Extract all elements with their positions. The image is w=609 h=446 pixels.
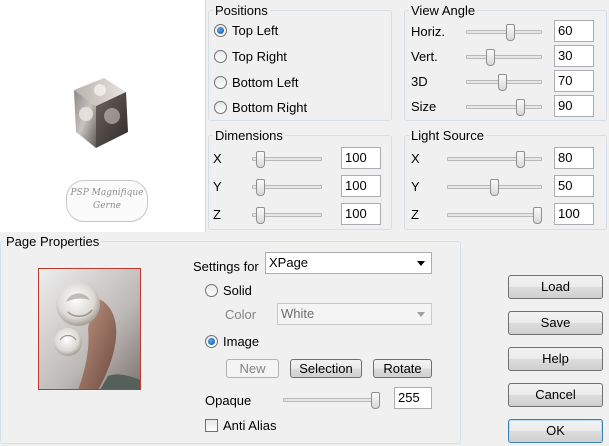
anti-alias-label: Anti Alias <box>223 418 277 433</box>
opaque-slider-track[interactable] <box>283 398 380 402</box>
cube-preview-image <box>74 78 128 148</box>
slider-track[interactable] <box>466 55 542 59</box>
solid-label: Solid <box>223 283 252 298</box>
anti-alias-checkbox[interactable] <box>205 419 218 432</box>
slider-label: Y <box>213 179 222 194</box>
slider-label: Size <box>411 99 437 114</box>
ok-button[interactable]: OK <box>508 419 603 443</box>
position-label-bottom-left: Bottom Left <box>232 75 299 90</box>
watermark-line1: PSP Magnifique <box>70 188 144 198</box>
slider-label: Z <box>213 207 221 222</box>
page-properties-title: Page Properties <box>4 234 102 249</box>
slider-label: Vert. <box>411 49 438 64</box>
color-value: White <box>281 306 315 321</box>
position-label-bottom-right: Bottom Right <box>232 100 308 115</box>
slider-label: X <box>411 151 420 166</box>
cancel-button[interactable]: Cancel <box>508 383 603 407</box>
slider-thumb[interactable] <box>533 207 542 224</box>
radio-bottom-right[interactable] <box>214 101 227 114</box>
slider-thumb[interactable] <box>256 179 265 196</box>
slider-label: Y <box>411 179 420 194</box>
slider-track[interactable] <box>466 30 542 34</box>
slider-track[interactable] <box>447 213 542 217</box>
slider-thumb[interactable] <box>256 207 265 224</box>
slider-value-field[interactable]: 100 <box>341 203 381 225</box>
slider-thumb[interactable] <box>516 99 525 116</box>
slider-value-field[interactable]: 100 <box>554 203 594 225</box>
radio-image[interactable] <box>205 335 218 348</box>
slider-value-field[interactable]: 100 <box>341 175 381 197</box>
settings-for-value: XPage <box>269 255 309 270</box>
slider-value-field[interactable]: 100 <box>341 147 381 169</box>
watermark-line2: Gerne <box>93 201 121 211</box>
slider-value-field[interactable]: 50 <box>554 175 594 197</box>
slider-label: 3D <box>411 74 428 89</box>
rotate-button[interactable]: Rotate <box>373 359 432 378</box>
settings-for-label: Settings for <box>193 259 259 274</box>
radio-top-right[interactable] <box>214 50 227 63</box>
slider-thumb[interactable] <box>506 24 515 41</box>
color-label: Color <box>225 307 257 322</box>
slider-value-field[interactable]: 90 <box>554 95 594 117</box>
slider-value-field[interactable]: 60 <box>554 20 594 42</box>
help-button[interactable]: Help <box>508 347 603 371</box>
radio-bottom-left[interactable] <box>214 76 227 89</box>
radio-top-left[interactable] <box>214 24 227 37</box>
load-button[interactable]: Load <box>508 275 603 299</box>
color-dropdown[interactable]: White <box>277 303 432 325</box>
slider-track[interactable] <box>466 105 542 109</box>
slider-value-field[interactable]: 70 <box>554 70 594 92</box>
slider-value-field[interactable]: 30 <box>554 45 594 67</box>
view-angle-title: View Angle <box>409 3 478 18</box>
opaque-value-field[interactable]: 255 <box>394 387 432 409</box>
slider-thumb[interactable] <box>486 49 495 66</box>
chevron-down-icon <box>417 312 425 317</box>
slider-track[interactable] <box>447 157 542 161</box>
slider-thumb[interactable] <box>498 74 507 91</box>
slider-label: X <box>213 151 222 166</box>
selection-button[interactable]: Selection <box>290 359 362 378</box>
new-button[interactable]: New <box>226 359 279 378</box>
slider-thumb[interactable] <box>490 179 499 196</box>
slider-thumb[interactable] <box>516 151 525 168</box>
preview-pane: PSP Magnifique Gerne <box>0 0 206 232</box>
opaque-slider-thumb[interactable] <box>371 392 380 409</box>
dimensions-title: Dimensions <box>213 128 285 143</box>
slider-label: Z <box>411 207 419 222</box>
image-label: Image <box>223 334 260 349</box>
position-label-top-right: Top Right <box>232 49 287 64</box>
position-label-top-left: Top Left <box>232 23 279 38</box>
slider-thumb[interactable] <box>256 151 265 168</box>
save-button[interactable]: Save <box>508 311 603 335</box>
opaque-label: Opaque <box>205 393 252 408</box>
radio-solid[interactable] <box>205 284 218 297</box>
slider-value-field[interactable]: 80 <box>554 147 594 169</box>
positions-title: Positions <box>213 3 270 18</box>
watermark-badge: PSP Magnifique Gerne <box>66 180 148 222</box>
settings-for-dropdown[interactable]: XPage <box>265 252 432 274</box>
chevron-down-icon <box>417 261 425 266</box>
page-image-thumbnail <box>38 268 141 390</box>
slider-label: Horiz. <box>411 24 445 39</box>
light-source-title: Light Source <box>409 128 486 143</box>
